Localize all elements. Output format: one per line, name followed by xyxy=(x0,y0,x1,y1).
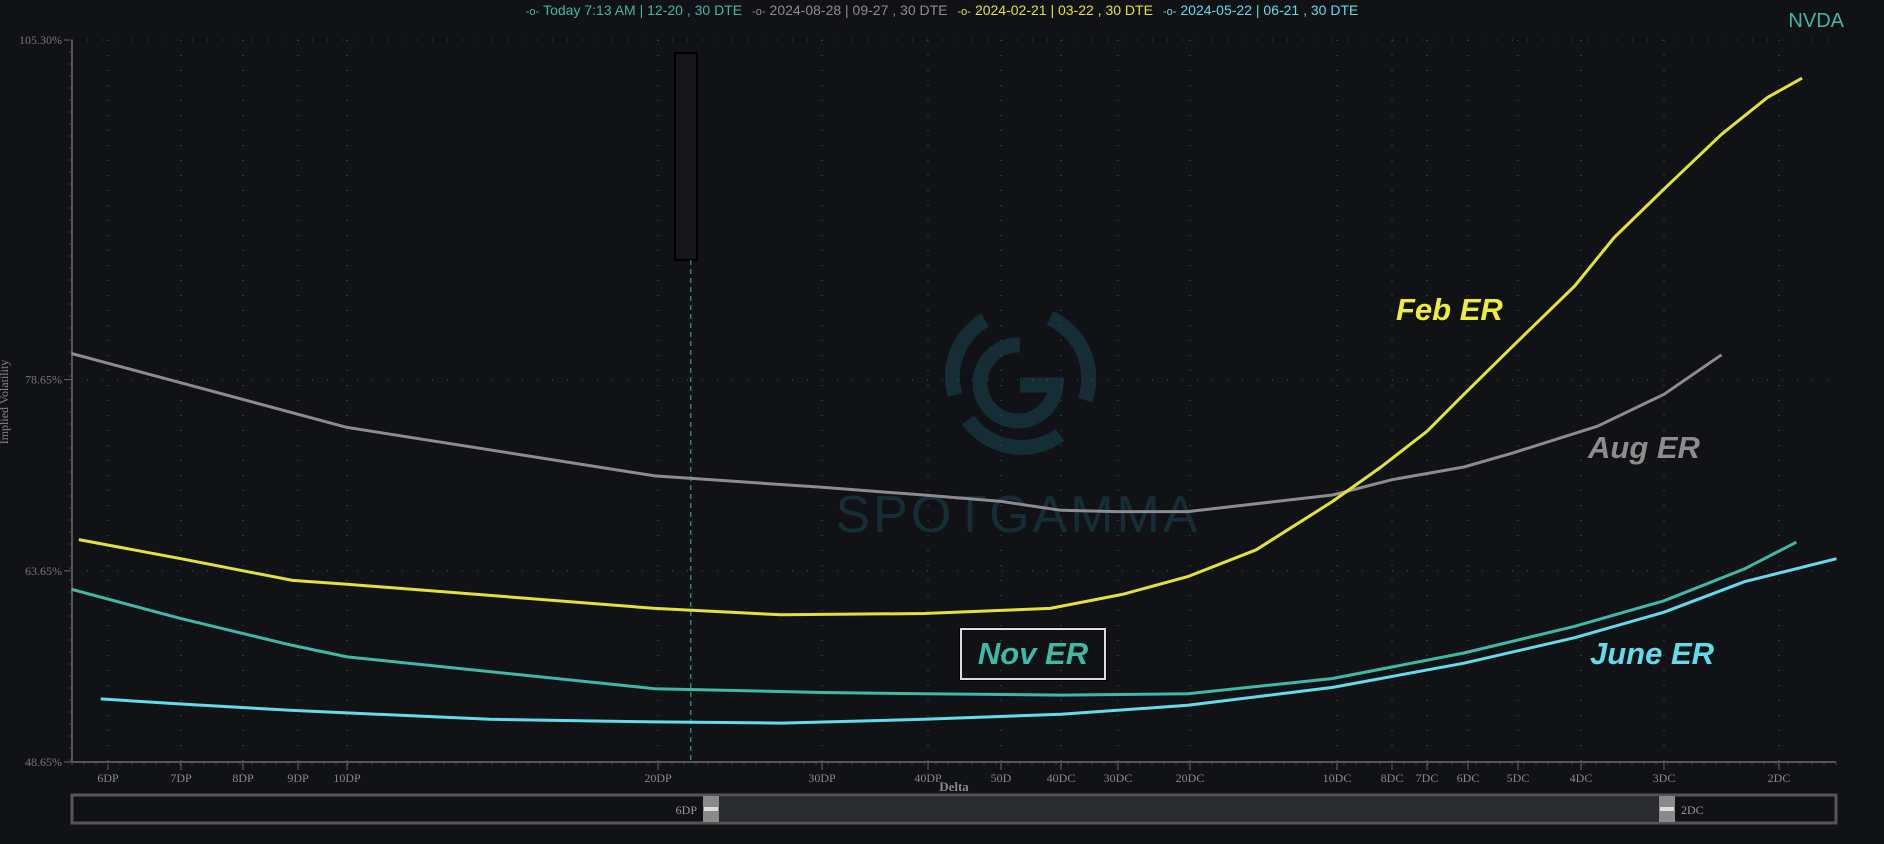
x-tick-label: 4DC xyxy=(1570,771,1593,785)
x-tick-label: 7DP xyxy=(170,771,192,785)
x-tick-label: 30DP xyxy=(808,771,836,785)
chart-canvas[interactable]: SPOTGAMMA 6DP 7DP 8DP 9DP 10DP 20DP 30DP 40DP 50… xyxy=(0,0,1884,844)
annotation-aug-er: Aug ER xyxy=(1588,430,1700,465)
y-tick-label: 78.65% xyxy=(25,373,62,387)
x-tick-label: 8DC xyxy=(1381,771,1404,785)
annotation-june-er: June ER xyxy=(1590,636,1715,671)
range-slider[interactable]: 6DP 2DC xyxy=(70,793,1838,825)
handle-grip xyxy=(1660,807,1674,811)
spotgamma-logo-icon xyxy=(944,311,1097,455)
x-tick-label: 10DP xyxy=(333,771,361,785)
x-tick-label: 5DC xyxy=(1507,771,1530,785)
watermark-text: SPOTGAMMA xyxy=(835,486,1200,544)
x-tick-label: 40DC xyxy=(1047,771,1076,785)
range-slider-left-label: 6DP xyxy=(676,803,698,817)
range-slider-right-label: 2DC xyxy=(1681,803,1704,817)
y-tick-label: 105.30% xyxy=(19,33,62,47)
x-tick-label: 6DP xyxy=(97,771,119,785)
x-tick-label: 3DC xyxy=(1653,771,1676,785)
x-tick-label: 10DC xyxy=(1323,771,1352,785)
x-axis-title: Delta xyxy=(939,779,969,794)
x-tick-label: 6DC xyxy=(1457,771,1480,785)
x-tick-label: 2DC xyxy=(1768,771,1791,785)
hover-candle xyxy=(674,52,698,261)
y-axis-title: Implied Volatility xyxy=(0,360,11,445)
x-tick-label: 9DP xyxy=(287,771,309,785)
x-tick-label: 30DC xyxy=(1104,771,1133,785)
series-group xyxy=(71,76,1837,725)
annotation-nov-er: Nov ER xyxy=(959,627,1107,681)
annotation-feb-er: Feb ER xyxy=(1396,292,1503,327)
x-tick-label: 20DC xyxy=(1176,771,1205,785)
x-tick-label: 7DC xyxy=(1416,771,1439,785)
x-tick-label: 8DP xyxy=(232,771,254,785)
x-tick-label: 40DP xyxy=(914,771,942,785)
y-tick-label: 48.65% xyxy=(25,755,62,769)
x-tick-label: 50D xyxy=(991,771,1012,785)
x-tick-label: 20DP xyxy=(644,771,672,785)
y-tick-label: 63.65% xyxy=(25,564,62,578)
series-line xyxy=(71,540,1797,697)
handle-grip xyxy=(704,807,718,811)
range-slider-selection[interactable] xyxy=(719,797,1663,821)
